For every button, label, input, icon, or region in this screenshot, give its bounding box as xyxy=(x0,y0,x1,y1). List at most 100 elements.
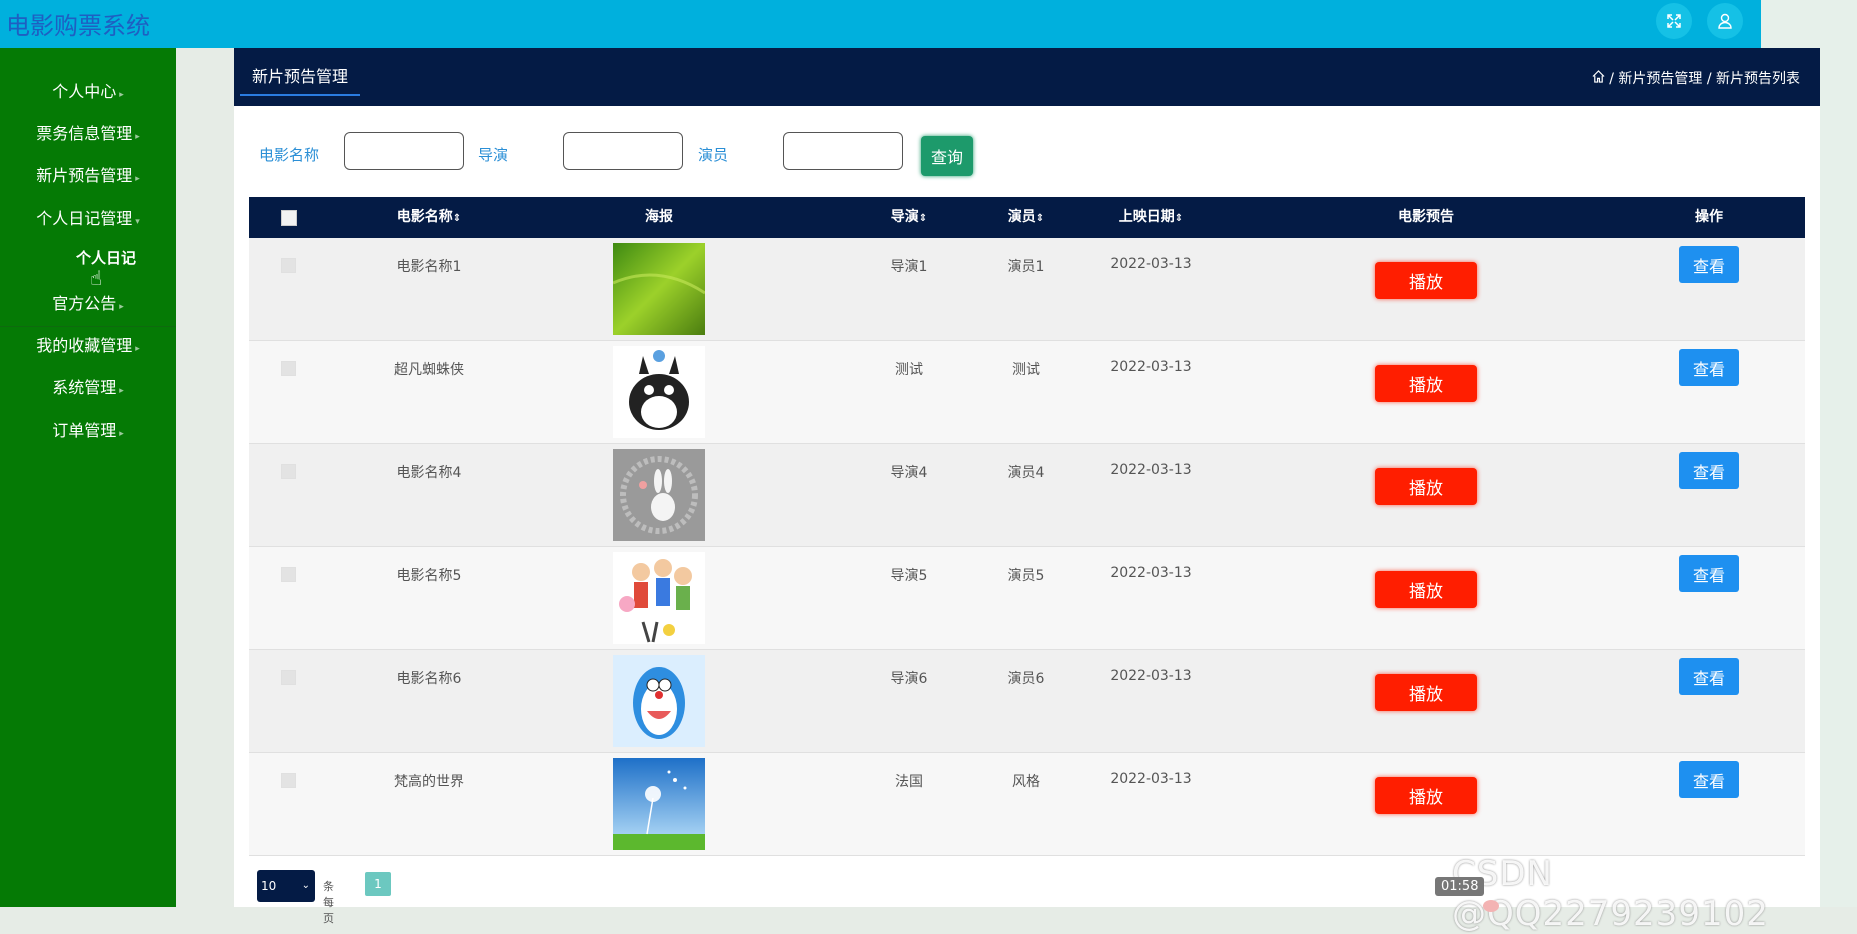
row-checkbox[interactable] xyxy=(281,773,296,788)
poster-image xyxy=(613,552,705,644)
cell-movie-name: 电影名称1 xyxy=(396,259,462,275)
table-row: 电影名称1 导演1 演员1 2022-03-13 播放 查看 xyxy=(249,238,1805,341)
cell-actor: 演员1 xyxy=(1007,259,1045,275)
cell-actor: 风格 xyxy=(1012,774,1040,790)
expand-icon[interactable] xyxy=(1656,3,1692,39)
actor-label: 演员 xyxy=(698,146,729,164)
director-input[interactable] xyxy=(563,132,683,170)
page-size-select[interactable]: 10 ⌄ xyxy=(257,870,315,902)
hand-cursor-icon: ☝ xyxy=(90,266,103,290)
cell-movie-name: 电影名称5 xyxy=(396,568,462,584)
poster-image xyxy=(613,758,705,850)
breadcrumb-path: / 新片预告管理 / 新片预告列表 xyxy=(1609,71,1800,87)
cell-movie-name: 超凡蜘蛛侠 xyxy=(394,362,464,378)
col-movie-name[interactable]: 电影名称⇕ xyxy=(379,197,479,238)
cell-release-date: 2022-03-13 xyxy=(1110,771,1192,787)
home-icon[interactable] xyxy=(1592,70,1605,87)
col-release-date[interactable]: 上映日期⇕ xyxy=(1081,197,1221,238)
sidebar-item-announcement[interactable]: 官方公告 ▸ xyxy=(0,290,176,314)
play-trailer-button[interactable]: 播放 xyxy=(1375,468,1477,505)
col-actor[interactable]: 演员⇕ xyxy=(986,197,1066,238)
col-trailer: 电影预告 xyxy=(1398,209,1454,225)
cell-director: 导演1 xyxy=(890,259,928,275)
cell-actor: 演员5 xyxy=(1007,568,1045,584)
col-actions: 操作 xyxy=(1695,209,1723,225)
play-trailer-button[interactable]: 播放 xyxy=(1375,262,1477,299)
col-poster: 海报 xyxy=(645,209,673,225)
sidebar: 个人中心 ▸ 票务信息管理 ▸ 新片预告管理 ▸ 个人日记管理 ▾ 个人日记 官方公告 ▸… xyxy=(0,48,176,907)
row-checkbox[interactable] xyxy=(281,670,296,685)
movie-name-input[interactable] xyxy=(344,132,464,170)
chevron-down-icon: ⌄ xyxy=(301,880,310,891)
table-row: 电影名称4 导演4 演员4 2022-03-13 播放 查看 xyxy=(249,444,1805,547)
search-button[interactable]: 查询 xyxy=(921,136,973,176)
view-button[interactable]: 查看 xyxy=(1679,761,1739,798)
row-checkbox[interactable] xyxy=(281,567,296,582)
poster-image xyxy=(612,243,706,335)
play-trailer-button[interactable]: 播放 xyxy=(1375,777,1477,814)
header-bar: 新片预告管理 / 新片预告管理 / 新片预告列表 xyxy=(234,48,1820,106)
play-trailer-button[interactable]: 播放 xyxy=(1375,365,1477,402)
row-checkbox[interactable] xyxy=(281,361,296,376)
poster-image xyxy=(613,449,705,541)
table-row: 电影名称5 导演5 演员5 2022-03-13 播放 查看 xyxy=(249,547,1805,650)
actor-input[interactable] xyxy=(783,132,903,170)
cell-release-date: 2022-03-13 xyxy=(1110,668,1192,684)
view-button[interactable]: 查看 xyxy=(1679,658,1739,695)
play-trailer-button[interactable]: 播放 xyxy=(1375,571,1477,608)
cell-release-date: 2022-03-13 xyxy=(1110,359,1192,375)
table-row: 超凡蜘蛛侠 测试 测试 2022-03-13 播放 查看 xyxy=(249,341,1805,444)
cell-director: 导演5 xyxy=(890,568,928,584)
sidebar-item-diary-manage[interactable]: 个人日记管理 ▾ xyxy=(0,205,176,229)
cell-release-date: 2022-03-13 xyxy=(1110,565,1192,581)
sidebar-item-system[interactable]: 系统管理 ▸ xyxy=(0,374,176,398)
user-icon[interactable] xyxy=(1707,3,1743,39)
sidebar-item-ticket-info[interactable]: 票务信息管理 ▸ xyxy=(0,120,176,144)
table-row: 电影名称6 导演6 演员6 2022-03-13 播放 查看 xyxy=(249,650,1805,753)
breadcrumb: / 新片预告管理 / 新片预告列表 xyxy=(1592,68,1800,88)
watermark: CSDN @QQ2279239102 xyxy=(1452,854,1769,934)
cell-director: 测试 xyxy=(895,362,923,378)
sidebar-subitem-diary[interactable]: 个人日记 xyxy=(18,247,194,268)
trailer-table: 电影名称⇕ 海报 导演⇕ 演员⇕ 上映日期⇕ 电影预告 操作 电影名称1 导演1 演… xyxy=(249,197,1805,856)
cell-actor: 测试 xyxy=(1012,362,1040,378)
director-label: 导演 xyxy=(478,146,509,164)
top-bar: 电影购票系统 xyxy=(0,0,1761,48)
table-row: 梵高的世界 法国 风格 2022-03-13 播放 查看 xyxy=(249,753,1805,856)
poster-image xyxy=(613,655,705,747)
sidebar-item-favorites[interactable]: 我的收藏管理 ▸ xyxy=(0,332,176,356)
view-button[interactable]: 查看 xyxy=(1679,246,1739,283)
sidebar-item-new-trailer[interactable]: 新片预告管理 ▸ xyxy=(0,162,176,186)
table-header: 电影名称⇕ 海报 导演⇕ 演员⇕ 上映日期⇕ 电影预告 操作 xyxy=(249,197,1805,238)
view-button[interactable]: 查看 xyxy=(1679,555,1739,592)
cell-movie-name: 电影名称4 xyxy=(396,465,462,481)
app-title: 电影购票系统 xyxy=(6,12,150,40)
view-button[interactable]: 查看 xyxy=(1679,452,1739,489)
poster-image xyxy=(613,346,705,438)
tab-new-trailer[interactable]: 新片预告管理 xyxy=(240,62,361,96)
cell-actor: 演员6 xyxy=(1007,671,1045,687)
sidebar-item-orders[interactable]: 订单管理 ▸ xyxy=(0,417,176,441)
per-page-label: 条每页 xyxy=(323,880,334,925)
cell-release-date: 2022-03-13 xyxy=(1110,256,1192,272)
sidebar-item-personal-center[interactable]: 个人中心 ▸ xyxy=(0,78,176,102)
cell-movie-name: 梵高的世界 xyxy=(394,774,464,790)
sidebar-divider xyxy=(0,326,176,327)
cell-director: 导演6 xyxy=(890,671,928,687)
cell-movie-name: 电影名称6 xyxy=(396,671,462,687)
cell-release-date: 2022-03-13 xyxy=(1110,462,1192,478)
table-body: 电影名称1 导演1 演员1 2022-03-13 播放 查看 超凡蜘蛛侠 测试 测试 2022-0… xyxy=(249,238,1805,856)
col-director[interactable]: 导演⇕ xyxy=(869,197,949,238)
page-button[interactable]: 1 xyxy=(365,872,391,896)
row-checkbox[interactable] xyxy=(281,464,296,479)
record-indicator xyxy=(1483,900,1499,912)
play-trailer-button[interactable]: 播放 xyxy=(1375,674,1477,711)
main-panel: 新片预告管理 / 新片预告管理 / 新片预告列表 电影名称 导演 演员 查询 电… xyxy=(234,48,1820,925)
search-bar: 电影名称 导演 演员 查询 xyxy=(234,132,1234,176)
select-all-checkbox[interactable] xyxy=(281,210,297,226)
video-timer: 01:58 xyxy=(1435,877,1485,896)
view-button[interactable]: 查看 xyxy=(1679,349,1739,386)
row-checkbox[interactable] xyxy=(281,258,296,273)
movie-name-label: 电影名称 xyxy=(259,146,320,164)
cell-actor: 演员4 xyxy=(1007,465,1045,481)
